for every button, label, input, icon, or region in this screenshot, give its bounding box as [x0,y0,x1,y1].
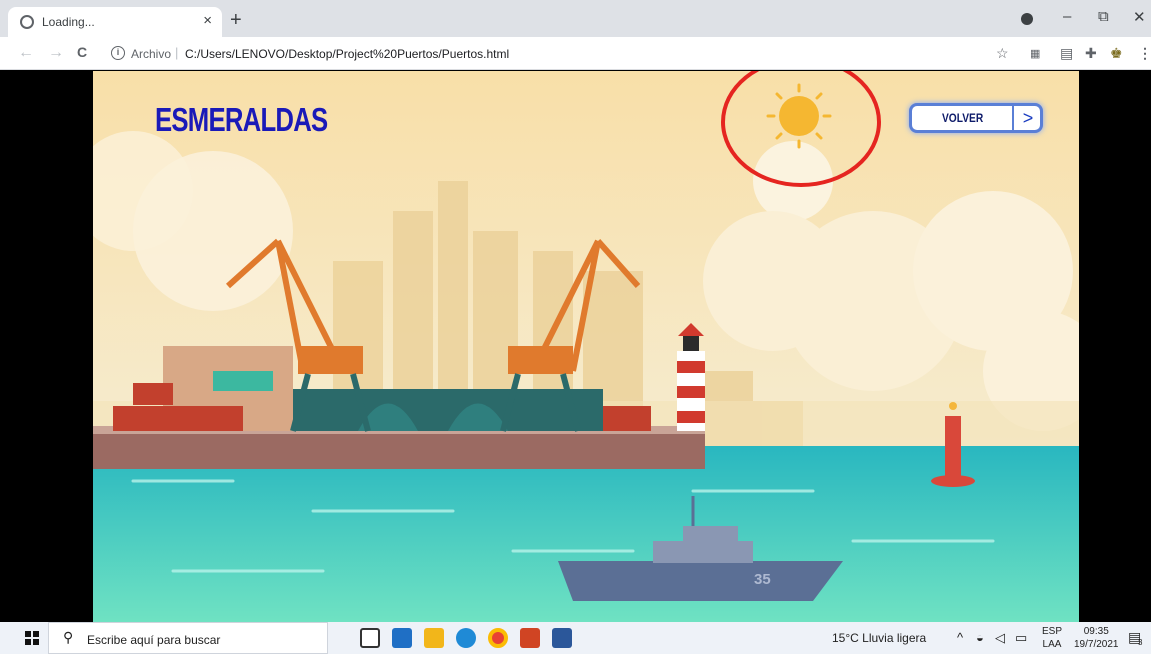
clock-time: 09:35 [1083,626,1109,637]
task-view-icon[interactable] [360,628,380,648]
clock-date: 19/7/2021 [1074,639,1119,650]
harbor-illustration [93,71,1079,622]
reading-list-icon[interactable]: ▤ [1060,45,1073,62]
edge-icon[interactable] [456,628,476,648]
word-icon[interactable] [552,628,572,648]
powerpoint-icon[interactable] [520,628,540,648]
mail-icon[interactable] [392,628,412,648]
profile-icon[interactable]: ♚ [1110,45,1123,62]
chevron-up-icon[interactable]: ^ [957,630,963,645]
tab-close-button[interactable]: × [203,12,212,29]
volume-icon[interactable]: ◁ [995,630,1005,646]
restore-button[interactable]: ⧉ [1098,8,1109,25]
extension-icon[interactable]: ▦ [1030,47,1040,60]
menu-icon[interactable]: ⋮ [1138,45,1151,62]
back-button[interactable]: ← [18,44,34,62]
browser-tab[interactable]: Loading... × [8,7,222,37]
lang-code: ESP [1042,626,1063,637]
back-button-volver[interactable]: VOLVER > [909,103,1043,133]
file-explorer-icon[interactable] [424,628,444,648]
notification-count: 3 [1138,638,1143,647]
reload-button[interactable]: C [77,44,87,60]
browser-tabstrip: Loading... × + – ⧉ ✕ [0,0,1151,37]
forward-button[interactable]: → [48,44,64,62]
taskbar-search-box[interactable]: ⚲ Escribe aquí para buscar [48,622,328,654]
url-scheme: Archivo [131,47,172,61]
browser-toolbar: ← → C i Archivo | C:/Users/LENOVO/Deskto… [0,37,1151,70]
url-separator: | [175,45,179,60]
page-title: ESMERALDAS [155,101,328,138]
windows-taskbar: ⚲ Escribe aquí para buscar 15°C Lluvia l… [0,622,1151,654]
new-tab-button[interactable]: + [230,9,242,32]
info-icon[interactable]: i [111,46,125,60]
chevron-right-icon: > [1012,104,1042,132]
network-icon[interactable]: ◒ [976,630,984,645]
chrome-icon[interactable] [488,628,508,648]
language-indicator[interactable]: ESP LAA [1042,625,1062,651]
windows-start-icon[interactable] [25,631,39,645]
taskbar-clock[interactable]: 09:35 19/7/2021 [1074,625,1119,651]
star-icon[interactable]: ☆ [996,45,1009,62]
port-scene: ESMERALDAS 35 VOLVER > [93,71,1079,622]
close-window-button[interactable]: ✕ [1133,8,1146,26]
media-indicator-icon[interactable] [1021,13,1033,25]
keyboard-layout: LAA [1042,639,1062,650]
puzzle-icon[interactable]: ✚ [1085,45,1097,62]
tab-title: Loading... [42,15,95,29]
ship-number: 35 [754,571,771,588]
loading-globe-icon [20,15,34,29]
taskbar-weather[interactable]: 15°C Lluvia ligera [832,631,926,645]
battery-icon[interactable]: ▭ [1015,630,1027,646]
search-placeholder: Escribe aquí para buscar [87,633,221,647]
url-text[interactable]: C:/Users/LENOVO/Desktop/Project%20Puerto… [185,47,509,61]
minimize-button[interactable]: – [1063,8,1071,25]
search-icon: ⚲ [63,629,74,645]
address-bar[interactable]: i Archivo | C:/Users/LENOVO/Desktop/Proj… [101,42,1001,66]
volver-label: VOLVER [942,111,984,125]
